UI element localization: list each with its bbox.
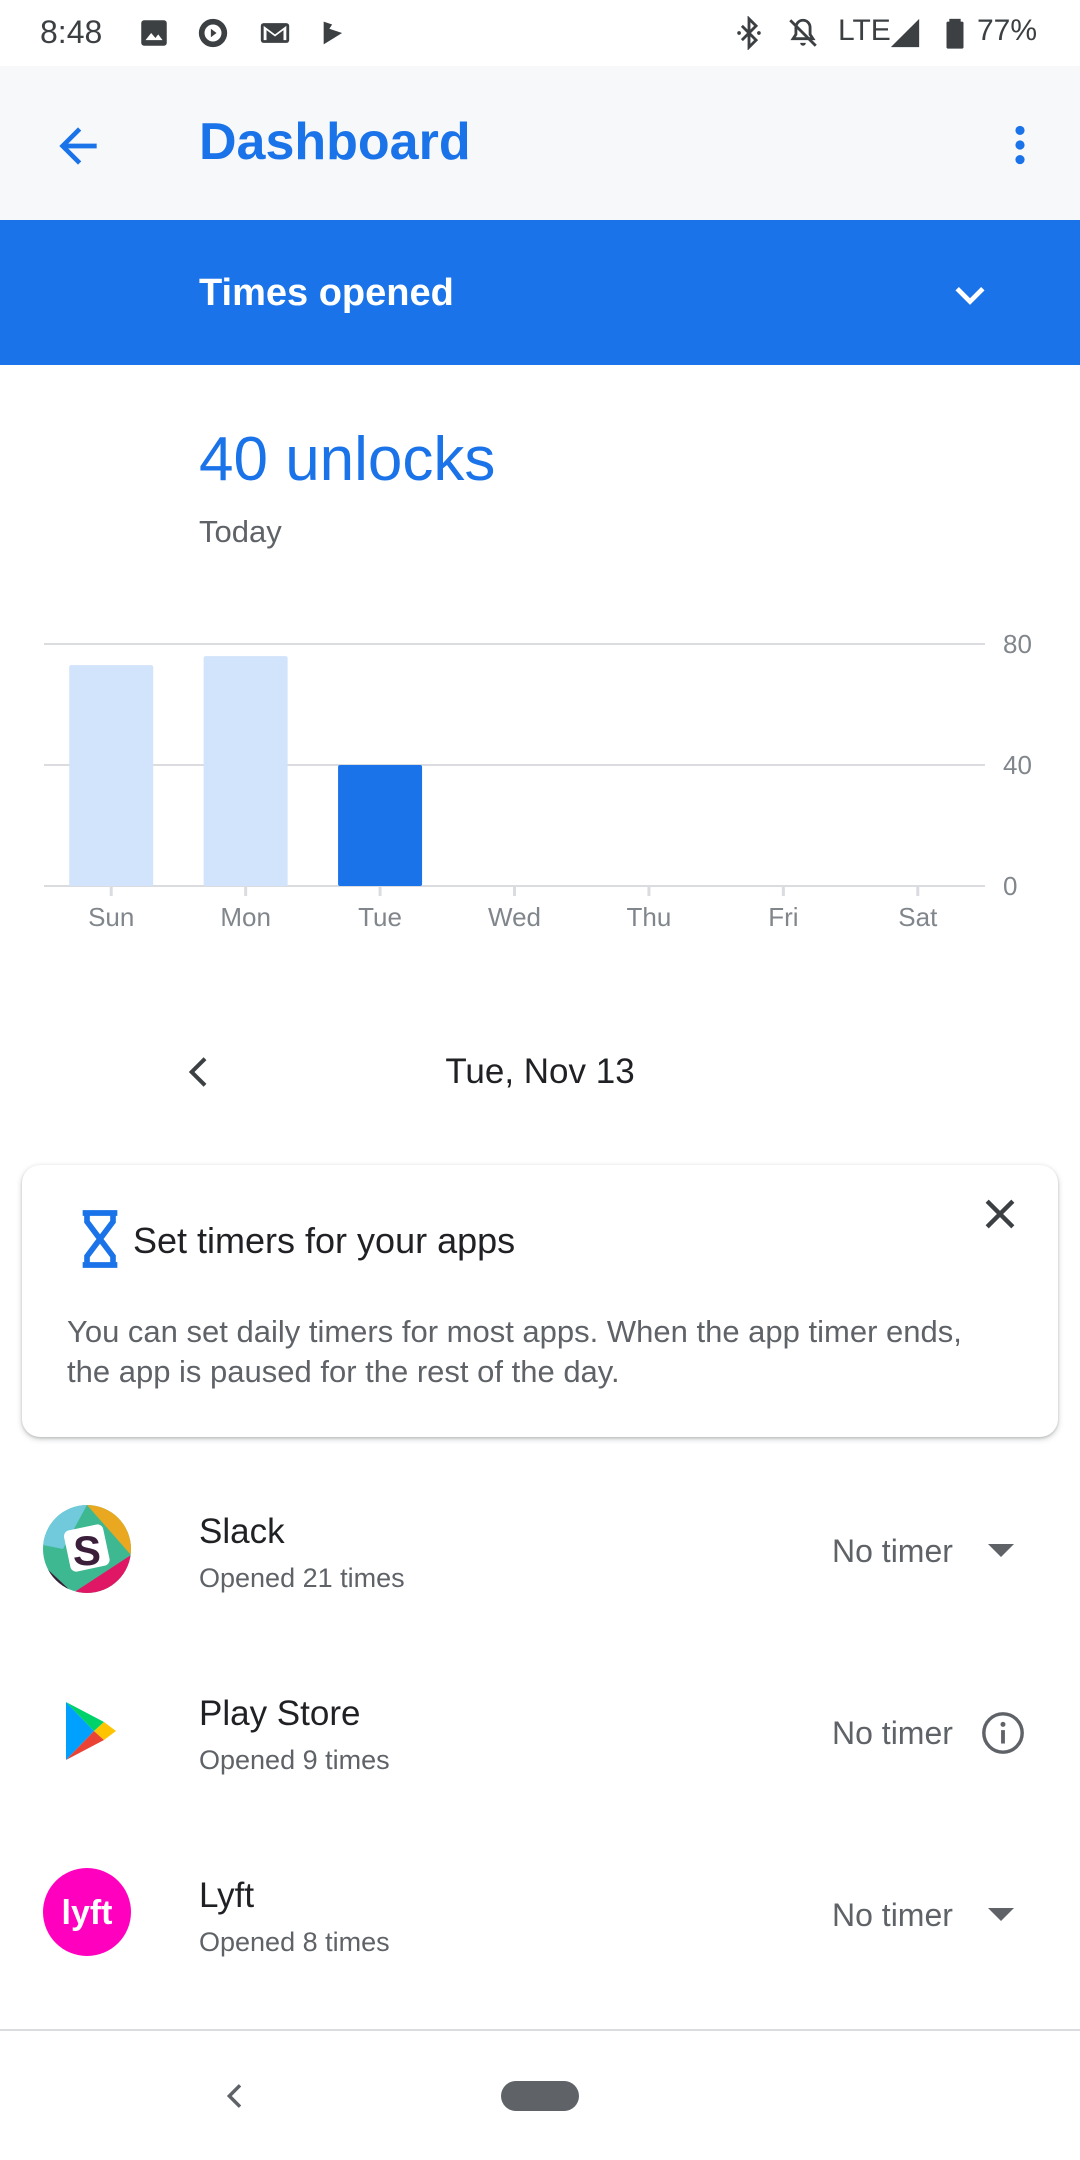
timer-status-label: No timer <box>832 1715 953 1751</box>
x-tick-label: Tue <box>358 902 402 932</box>
hourglass-icon <box>82 1210 118 1268</box>
usage-chart: 80 40 0 Sun Mon Tue Wed Thu Fri Sat <box>44 629 1032 932</box>
x-tick-label: Sun <box>88 902 134 932</box>
timer-tip-card <box>22 1165 1058 1437</box>
bar-tue[interactable] <box>338 765 423 886</box>
x-tick-label: Fri <box>768 902 798 932</box>
x-tick-label: Mon <box>220 902 271 932</box>
signal-icon <box>890 18 920 48</box>
photos-icon <box>141 20 167 46</box>
y-tick-label: 80 <box>1003 629 1032 659</box>
more-vert-icon[interactable] <box>995 116 1045 174</box>
svg-text:lyft: lyft <box>62 1894 113 1932</box>
notifications-off-icon <box>789 18 817 47</box>
app-open-count: Opened 8 times <box>199 1927 390 1957</box>
metric-selector[interactable] <box>0 220 1080 365</box>
timer-selector-label[interactable]: No timer <box>832 1897 953 1934</box>
x-tick-label: Thu <box>627 902 672 932</box>
home-button[interactable] <box>501 2081 579 2111</box>
app-name: Play Store <box>199 1694 361 1733</box>
lyft-icon: lyft <box>43 1868 131 1956</box>
close-icon[interactable] <box>978 1192 1022 1236</box>
bluetooth-icon <box>737 16 761 50</box>
play-music-icon <box>198 18 228 48</box>
metric-selector-label: Times opened <box>199 272 454 314</box>
battery-percent: 77% <box>977 14 1038 47</box>
app-name: Slack <box>199 1512 285 1551</box>
app-name: Lyft <box>199 1876 255 1915</box>
status-time: 8:48 <box>40 14 103 50</box>
play-store-icon <box>66 1702 116 1760</box>
dropdown-arrow-icon[interactable] <box>986 1540 1016 1560</box>
play-movies-icon <box>323 21 343 45</box>
app-bar <box>0 66 1080 220</box>
app-open-count: Opened 9 times <box>199 1745 390 1775</box>
info-icon[interactable] <box>980 1710 1026 1756</box>
back-arrow-icon[interactable] <box>50 118 106 174</box>
page-title: Dashboard <box>199 113 471 171</box>
x-tick-label: Sat <box>898 902 938 932</box>
network-type: LTE <box>838 14 891 47</box>
app-open-count: Opened 21 times <box>199 1563 405 1593</box>
card-title: Set timers for your apps <box>133 1220 516 1261</box>
chevron-down-icon[interactable] <box>948 274 992 318</box>
summary-period: Today <box>199 514 282 549</box>
y-tick-label: 0 <box>1003 871 1017 901</box>
slack-icon: S <box>43 1505 131 1593</box>
timer-selector-label[interactable]: No timer <box>832 1533 953 1570</box>
bar-sun[interactable] <box>69 665 154 886</box>
battery-icon <box>946 18 964 49</box>
dropdown-arrow-icon[interactable] <box>986 1904 1016 1924</box>
svg-text:S: S <box>73 1527 101 1574</box>
card-body: You can set daily timers for most apps. … <box>67 1314 962 1389</box>
gmail-icon <box>260 23 290 43</box>
y-tick-label: 40 <box>1003 750 1032 780</box>
nav-back-icon[interactable] <box>220 2076 252 2116</box>
selected-date: Tue, Nov 13 <box>445 1052 635 1091</box>
unlock-count: 40 unlocks <box>199 425 496 494</box>
x-tick-label: Wed <box>488 902 541 932</box>
bar-mon[interactable] <box>203 656 288 886</box>
